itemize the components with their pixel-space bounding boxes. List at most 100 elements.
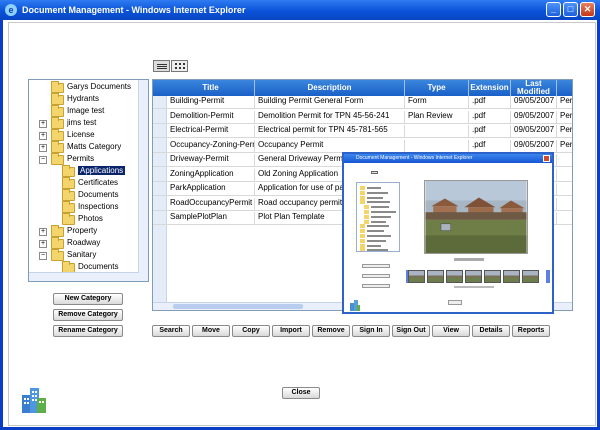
table-cell: 09/05/2007 [511, 139, 557, 153]
photo-thumbnail[interactable] [408, 270, 425, 283]
preview-tree[interactable] [356, 182, 400, 252]
view-button[interactable]: View [432, 325, 470, 337]
table-row[interactable]: Occupancy-Zoning-Permit Occupancy Permit.… [153, 139, 572, 153]
preview-title-bar[interactable]: Document Management - Windows Internet E… [344, 154, 552, 163]
folder-icon [51, 225, 64, 237]
list-view-icon[interactable] [153, 60, 170, 72]
preview-button-3[interactable] [362, 284, 390, 288]
tree-item[interactable]: Inspections [29, 201, 139, 214]
photo-thumbnail[interactable] [503, 270, 520, 283]
table-cell [405, 125, 469, 138]
tree-item[interactable]: + License [29, 129, 139, 142]
table-cell: Driveway-Permit [167, 154, 255, 167]
tree-item[interactable]: Photos [29, 213, 139, 226]
title-bar[interactable]: e Document Management - Windows Internet… [0, 0, 600, 20]
tree-item[interactable]: + Matts Category [29, 141, 139, 154]
column-header-extension[interactable]: Extension [469, 80, 511, 96]
column-header-description[interactable]: Description [255, 80, 405, 96]
preview-view-icon[interactable] [371, 171, 378, 174]
collapse-icon[interactable]: − [39, 156, 47, 164]
table-cell: Occupancy-Zoning-Permit [167, 139, 255, 153]
new-category-button[interactable]: New Category [53, 293, 123, 305]
table-cell: ParkApplication [167, 183, 255, 196]
remove-button[interactable]: Remove [312, 325, 350, 337]
move-button[interactable]: Move [192, 325, 230, 337]
tree-item[interactable]: Documents [29, 189, 139, 202]
tree-item[interactable]: Hydrants [29, 93, 139, 106]
folder-icon [51, 81, 64, 93]
preview-close-button[interactable] [448, 300, 462, 305]
thumbnail-view-icon[interactable] [171, 60, 188, 72]
preview-button-2[interactable] [362, 274, 390, 278]
folder-icon [62, 201, 75, 213]
preview-window[interactable]: Document Management - Windows Internet E… [342, 152, 554, 314]
table-cell [557, 169, 572, 182]
tree-item[interactable]: Applications [29, 165, 139, 178]
preview-logo-icon [350, 300, 360, 311]
table-cell: Electrical-Permit [167, 125, 255, 138]
folder-icon [51, 237, 64, 249]
expand-icon[interactable]: + [39, 228, 47, 236]
photo-thumbnail[interactable] [465, 270, 482, 283]
table-row[interactable]: Building-Permit Building Permit General F… [153, 96, 572, 109]
table-cell: Occupancy Permit [255, 139, 405, 153]
collapse-icon[interactable]: − [39, 252, 47, 260]
tree-horizontal-scrollbar[interactable] [29, 272, 139, 281]
table-cell: .pdf [469, 96, 511, 109]
tree-item-label: Garys Documents [67, 82, 132, 91]
photo-thumbnail[interactable] [427, 270, 444, 283]
tree-item[interactable]: + Property [29, 225, 139, 238]
window-title: Document Management - Windows Internet E… [22, 5, 246, 15]
tree-item[interactable]: − Permits [29, 153, 139, 166]
table-cell [557, 183, 572, 196]
folder-icon [51, 129, 64, 141]
tree-item[interactable]: Image test [29, 105, 139, 118]
table-cell: .pdf [469, 110, 511, 124]
expand-icon[interactable]: + [39, 240, 47, 248]
rename-category-button[interactable]: Rename Category [53, 325, 123, 337]
expand-icon[interactable]: + [39, 144, 47, 152]
thumb-next-icon[interactable] [546, 270, 550, 283]
column-header-type[interactable]: Type [405, 80, 469, 96]
table-row[interactable]: Demolition-Permit Demolition Permit for T… [153, 110, 572, 124]
sign-out-button[interactable]: Sign Out [392, 325, 430, 337]
category-tree[interactable]: Garys Documents Hydrants Image test + jims t… [28, 79, 149, 282]
tree-item[interactable]: Certificates [29, 177, 139, 190]
tree-item-label: Roadway [67, 238, 101, 247]
preview-close-icon[interactable] [543, 155, 550, 162]
tree-item-label: License [67, 130, 95, 139]
column-header-title[interactable]: Title [167, 80, 255, 96]
remove-category-button[interactable]: Remove Category [53, 309, 123, 321]
import-button[interactable]: Import [272, 325, 310, 337]
photo-thumbnail[interactable] [522, 270, 539, 283]
minimize-button[interactable]: _ [546, 2, 561, 17]
search-button[interactable]: Search [152, 325, 190, 337]
thumbnail-strip[interactable] [408, 270, 548, 284]
photo-thumbnail[interactable] [446, 270, 463, 283]
copy-button[interactable]: Copy [232, 325, 270, 337]
table-cell: .pdf [469, 139, 511, 153]
preview-title: Document Management - Windows Internet E… [356, 155, 473, 161]
close-window-button[interactable]: ✕ [580, 2, 595, 17]
maximize-button[interactable]: □ [563, 2, 578, 17]
preview-button-1[interactable] [362, 264, 390, 268]
tree-item[interactable]: Garys Documents [29, 81, 139, 94]
tree-item[interactable]: + Roadway [29, 237, 139, 250]
tree-item[interactable]: − Sanitary [29, 249, 139, 262]
expand-icon[interactable]: + [39, 132, 47, 140]
close-button[interactable]: Close [282, 387, 320, 399]
table-cell: RoadOccupancyPermit [167, 197, 255, 211]
column-header-last-modified[interactable]: Last Modified [511, 80, 557, 96]
sign-in-button[interactable]: Sign In [352, 325, 390, 337]
table-row[interactable]: Electrical-Permit Electrical permit for T… [153, 125, 572, 138]
folder-icon [51, 117, 64, 129]
table-cell: 09/05/2007 [511, 125, 557, 138]
expand-icon[interactable]: + [39, 120, 47, 128]
tree-vertical-scrollbar[interactable] [138, 80, 148, 281]
reports-button[interactable]: Reports [512, 325, 550, 337]
folder-icon [62, 189, 75, 201]
tree-item[interactable]: + jims test [29, 117, 139, 130]
photo-thumbnail[interactable] [484, 270, 501, 283]
details-button[interactable]: Details [472, 325, 510, 337]
tree-item-label: Photos [78, 214, 103, 223]
